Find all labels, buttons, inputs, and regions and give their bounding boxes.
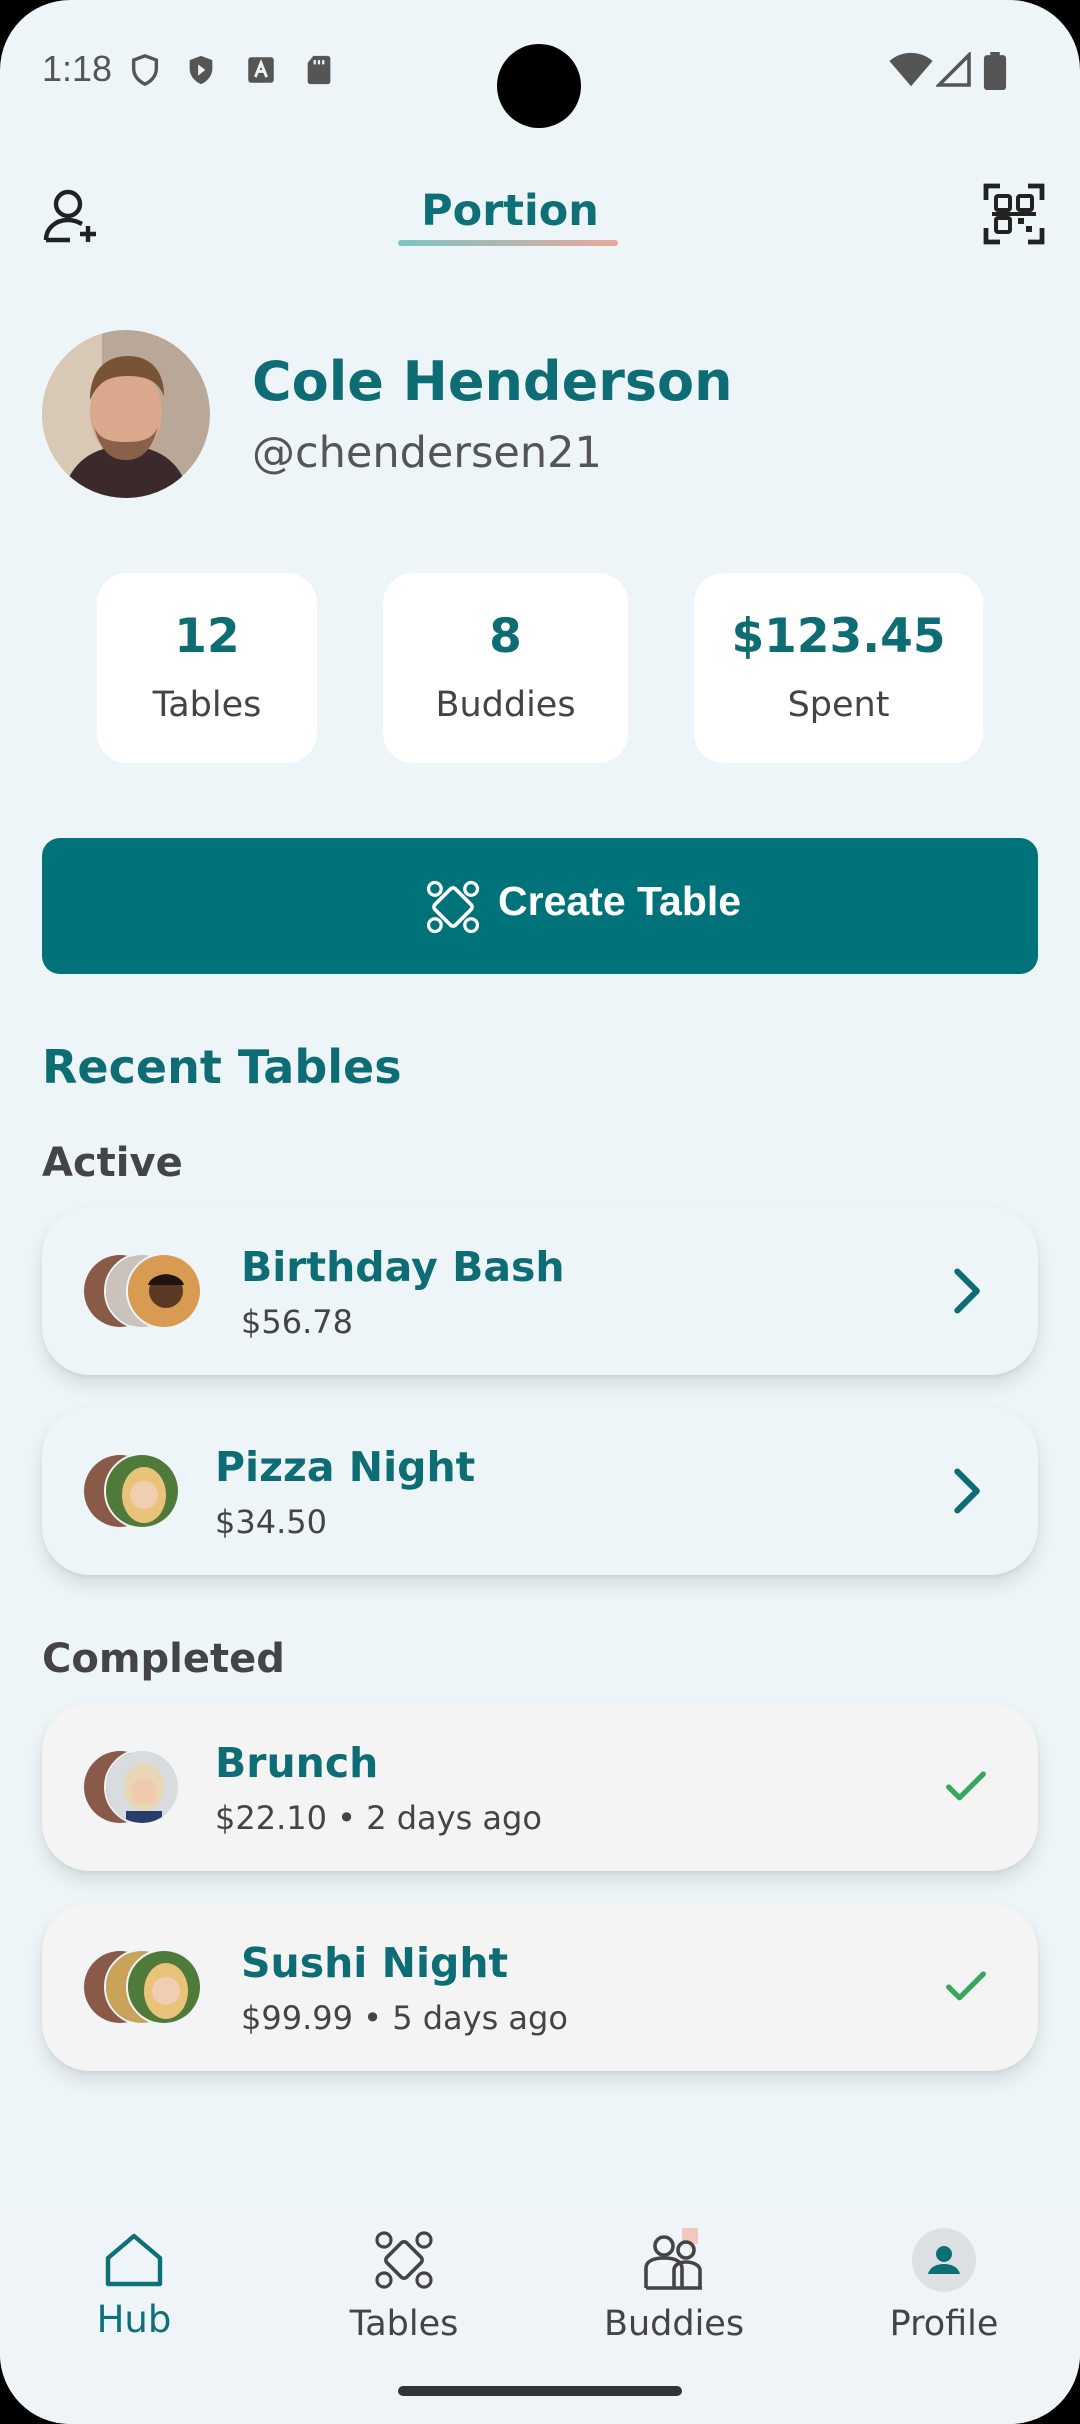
checkmark-icon	[946, 1771, 986, 1801]
stat-value: 8	[489, 609, 522, 664]
stat-buddies[interactable]: 8 Buddies	[383, 573, 628, 763]
table-title: Sushi Night	[241, 1939, 509, 1987]
qr-scan-icon[interactable]	[982, 182, 1046, 246]
tables-icon	[375, 2231, 433, 2289]
table-card-sushi-night[interactable]: Sushi Night $99.99 • 5 days ago	[42, 1903, 1038, 2071]
brand-underline	[398, 240, 618, 246]
signal-icon	[936, 52, 971, 87]
table-title: Pizza Night	[215, 1443, 476, 1491]
profile-icon	[912, 2228, 976, 2292]
app-screen: 1:18 Portion Cole Henderson @chendersen2…	[0, 0, 1080, 2424]
camera-cutout	[497, 44, 581, 128]
nav-label: Tables	[349, 2304, 459, 2344]
home-icon	[105, 2233, 163, 2287]
nav-profile[interactable]: Profile	[844, 2204, 1044, 2404]
chevron-right-icon[interactable]	[940, 1265, 992, 1317]
status-time: 1:18	[42, 48, 113, 89]
completed-heading: Completed	[42, 1636, 285, 1682]
table-title: Brunch	[215, 1739, 379, 1787]
create-table-button[interactable]: Create Table	[42, 838, 1038, 974]
nav-label: Buddies	[603, 2304, 745, 2344]
chevron-right-icon[interactable]	[940, 1465, 992, 1517]
stat-label: Tables	[152, 685, 262, 725]
table-card-pizza-night[interactable]: Pizza Night $34.50	[42, 1407, 1038, 1575]
home-indicator[interactable]	[398, 2386, 682, 2396]
stat-value: 12	[174, 609, 240, 664]
create-table-label: Create Table	[498, 878, 742, 924]
nav-tables[interactable]: Tables	[304, 2204, 504, 2404]
nav-label: Hub	[96, 2298, 172, 2341]
table-title: Birthday Bash	[241, 1243, 565, 1291]
battery-icon	[983, 52, 1007, 90]
profile-handle: @chendersen21	[252, 428, 602, 478]
nav-label: Profile	[889, 2304, 999, 2344]
avatar	[104, 1453, 180, 1529]
nav-buddies[interactable]: Buddies	[574, 2204, 774, 2404]
stat-label: Buddies	[435, 685, 576, 725]
stat-tables[interactable]: 12 Tables	[97, 573, 317, 763]
sd-card-icon	[307, 55, 331, 85]
table-amount: $56.78	[241, 1303, 353, 1341]
buddies-icon	[644, 2228, 702, 2290]
table-summary: $22.10 • 2 days ago	[215, 1799, 542, 1837]
font-icon	[248, 57, 274, 83]
recent-tables-heading: Recent Tables	[42, 1040, 402, 1094]
checkmark-icon	[946, 1971, 986, 2001]
wifi-icon	[889, 52, 933, 87]
play-protect-icon	[189, 55, 213, 85]
profile-avatar[interactable]	[42, 330, 210, 498]
status-bar: 1:18	[0, 0, 1080, 140]
table-icon	[426, 880, 480, 934]
stat-value: $123.45	[731, 609, 946, 664]
avatar	[126, 1253, 202, 1329]
avatar	[104, 1749, 180, 1825]
stat-label: Spent	[787, 685, 890, 725]
table-card-birthday-bash[interactable]: Birthday Bash $56.78	[42, 1207, 1038, 1375]
table-card-brunch[interactable]: Brunch $22.10 • 2 days ago	[42, 1703, 1038, 1871]
app-brand: Portion	[421, 186, 599, 236]
nav-hub[interactable]: Hub	[34, 2204, 234, 2404]
active-heading: Active	[42, 1140, 183, 1186]
table-amount: $34.50	[215, 1503, 327, 1541]
stat-spent[interactable]: $123.45 Spent	[694, 573, 983, 763]
profile-name: Cole Henderson	[252, 350, 733, 413]
add-user-icon[interactable]	[40, 184, 104, 248]
table-summary: $99.99 • 5 days ago	[241, 1999, 568, 2037]
shield-icon	[131, 54, 159, 87]
avatar	[126, 1949, 202, 2025]
